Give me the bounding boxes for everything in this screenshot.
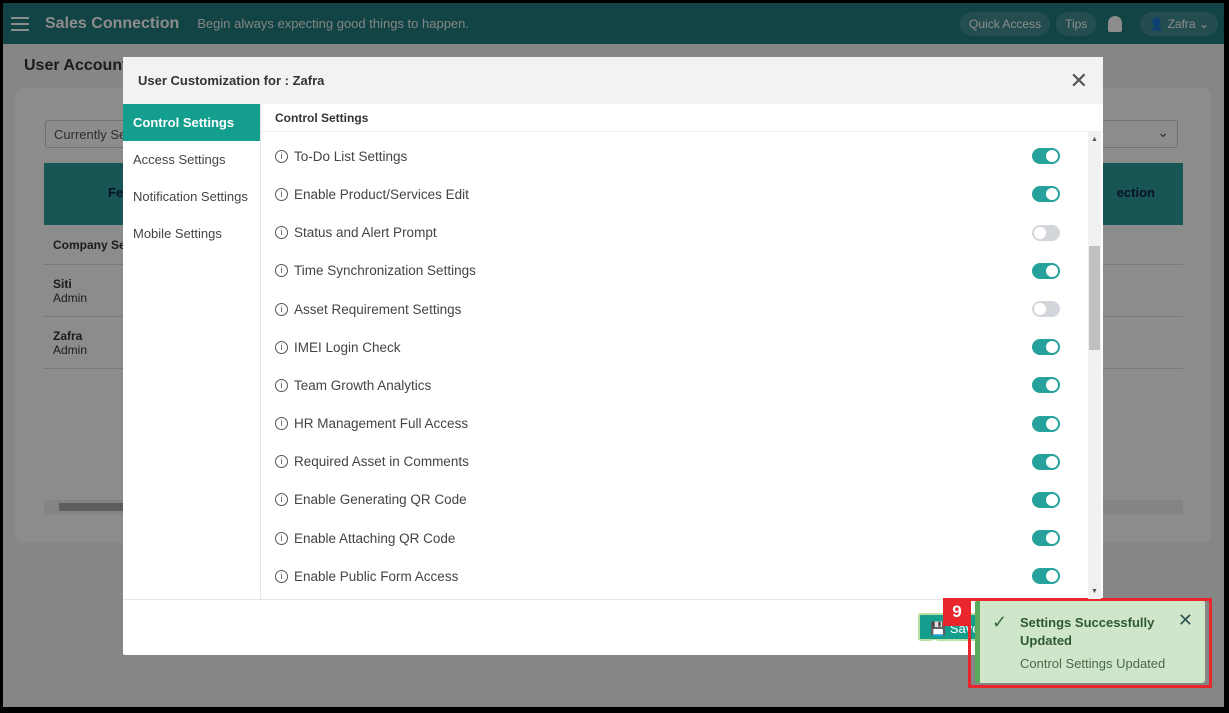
setting-label: Team Growth Analytics	[294, 377, 432, 393]
sidebar-item-control-settings[interactable]: Control Settings	[123, 104, 260, 141]
setting-row: i Enable Generating QR Code	[261, 481, 1087, 519]
setting-toggle[interactable]	[1032, 186, 1060, 203]
setting-toggle[interactable]	[1032, 224, 1060, 241]
annotation-box	[968, 598, 1212, 688]
sidebar-item-notification-settings[interactable]: Notification Settings	[123, 178, 260, 215]
settings-content: Control Settings iData Export AccessiTo-…	[261, 104, 1103, 599]
setting-label: Enable Public Form Access	[294, 568, 459, 584]
setting-toggle[interactable]	[1032, 301, 1060, 318]
setting-toggle[interactable]	[1032, 339, 1060, 356]
setting-row: i Status and Alert Prompt	[261, 214, 1087, 252]
info-icon[interactable]: i	[275, 226, 288, 240]
sidebar-item-access-settings[interactable]: Access Settings	[123, 141, 260, 178]
info-icon[interactable]: i	[275, 378, 288, 392]
setting-row: i Team Growth Analytics	[261, 366, 1087, 404]
content-title: Control Settings	[261, 104, 1103, 132]
setting-row: i Enable Product/Services Edit	[261, 175, 1087, 213]
setting-row: i HR Management Full Access	[261, 405, 1087, 443]
setting-label: Status and Alert Prompt	[294, 225, 437, 241]
info-icon[interactable]: i	[275, 531, 288, 545]
info-icon[interactable]: i	[275, 455, 288, 469]
setting-row: i To-Do List Settings	[261, 137, 1087, 175]
annotation-badge: 9	[943, 598, 971, 626]
setting-row: i Enable Attaching QR Code	[261, 519, 1087, 557]
setting-row: i Enable Public Form Access	[261, 557, 1087, 595]
scroll-up-icon[interactable]: ▲	[1091, 136, 1098, 143]
setting-toggle[interactable]	[1032, 530, 1060, 547]
info-icon[interactable]: i	[275, 302, 288, 316]
settings-list: iData Export AccessiTo-Do List Settingsi…	[261, 104, 1087, 595]
setting-toggle[interactable]	[1032, 377, 1060, 394]
setting-label: Enable Product/Services Edit	[294, 186, 469, 202]
scroll-down-icon[interactable]: ▼	[1091, 588, 1098, 595]
vertical-scrollbar[interactable]: ▲ ▼	[1088, 132, 1101, 599]
setting-toggle[interactable]	[1032, 491, 1060, 508]
sidebar-item-mobile-settings[interactable]: Mobile Settings	[123, 215, 260, 252]
setting-toggle[interactable]	[1032, 568, 1060, 585]
info-icon[interactable]: i	[275, 569, 288, 583]
user-customization-modal: User Customization for : Zafra ✕ Control …	[123, 57, 1103, 655]
setting-toggle[interactable]	[1032, 148, 1060, 165]
info-icon[interactable]: i	[275, 187, 288, 201]
info-icon[interactable]: i	[275, 417, 288, 431]
setting-toggle[interactable]	[1032, 262, 1060, 279]
info-icon[interactable]: i	[275, 264, 288, 278]
setting-label: Time Synchronization Settings	[294, 263, 476, 279]
setting-toggle[interactable]	[1032, 453, 1060, 470]
setting-label: Enable Generating QR Code	[294, 492, 467, 508]
setting-label: Asset Requirement Settings	[294, 301, 462, 317]
close-icon[interactable]: ✕	[1070, 68, 1088, 94]
info-icon[interactable]: i	[275, 493, 288, 507]
setting-label: Required Asset in Comments	[294, 454, 469, 470]
setting-label: Enable Attaching QR Code	[294, 530, 456, 546]
setting-label: HR Management Full Access	[294, 416, 469, 432]
setting-toggle[interactable]	[1032, 415, 1060, 432]
scroll-thumb[interactable]	[1089, 246, 1100, 350]
settings-sidebar: Control Settings Access Settings Notificat…	[123, 104, 261, 599]
setting-row: i Time Synchronization Settings	[261, 252, 1087, 290]
modal-title: User Customization for : Zafra	[138, 73, 325, 88]
setting-label: To-Do List Settings	[294, 148, 408, 164]
setting-row: i Required Asset in Comments	[261, 443, 1087, 481]
info-icon[interactable]: i	[275, 340, 288, 354]
setting-row: i Asset Requirement Settings	[261, 290, 1087, 328]
info-icon[interactable]: i	[275, 149, 288, 163]
setting-label: IMEI Login Check	[294, 339, 401, 355]
setting-row: i IMEI Login Check	[261, 328, 1087, 366]
app-window: Sales Connection Begin always expecting …	[3, 3, 1224, 707]
